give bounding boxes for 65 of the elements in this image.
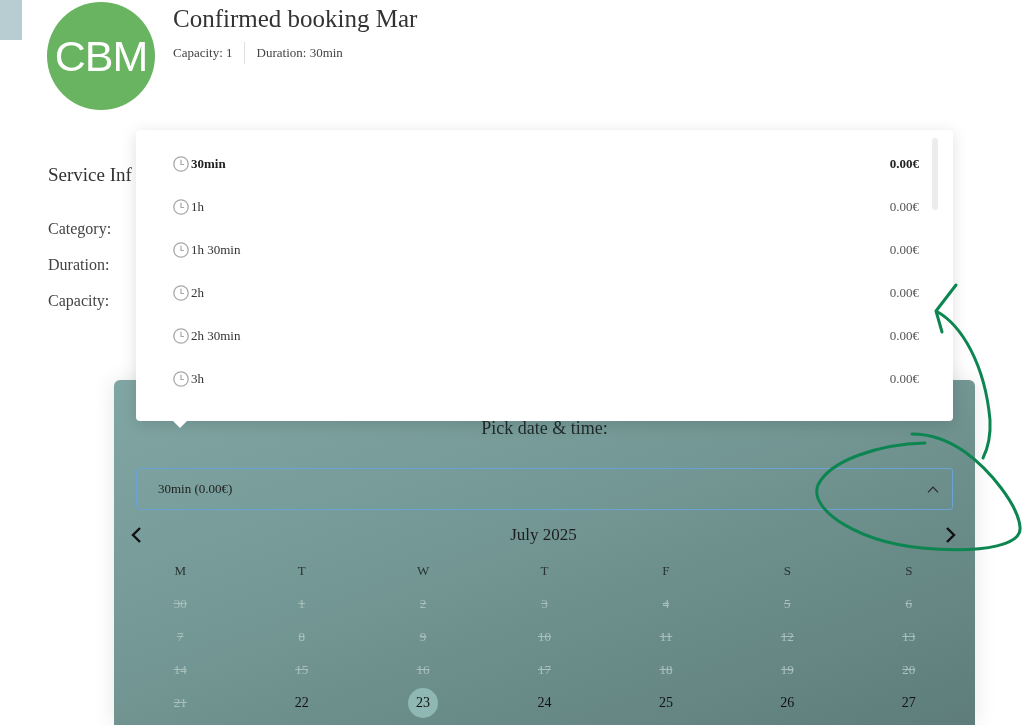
option-price: 0.00€ (889, 198, 919, 215)
calendar-day[interactable]: 27 (893, 687, 924, 718)
clock-icon (173, 370, 189, 387)
option-price: 0.00€ (889, 284, 919, 301)
calendar-day: 18 (650, 654, 681, 685)
next-month-button[interactable] (945, 526, 957, 544)
calendar-day: 4 (650, 588, 681, 619)
duration-option[interactable]: 30min (191, 155, 226, 172)
calendar-day: 16 (408, 654, 439, 685)
duration-option[interactable]: 2h (191, 284, 204, 301)
calendar-day: 15 (286, 654, 317, 685)
chevron-right-icon (945, 526, 957, 544)
booking-title: Confirmed booking Mar (173, 4, 418, 34)
avatar: CBM (47, 2, 155, 110)
weekday-label: W (416, 563, 430, 579)
meta-text: Duration: 30min (256, 44, 343, 62)
weekday-label: M (174, 563, 186, 579)
calendar-day: 10 (529, 621, 560, 652)
calendar-day: 13 (893, 621, 924, 652)
clock-icon (173, 241, 189, 258)
calendar-day[interactable]: 26 (772, 687, 803, 718)
weekday-label: S (905, 563, 913, 579)
option-price: 0.00€ (889, 327, 919, 344)
calendar-day: 3 (529, 588, 560, 619)
calendar-day: 12 (772, 621, 803, 652)
meta-text: Capacity: 1 (173, 44, 233, 62)
calendar-day[interactable]: 24 (529, 687, 560, 718)
option-price: 0.00€ (889, 241, 919, 258)
calendar-day: 19 (772, 654, 803, 685)
panel-title: Pick date & time: (481, 418, 608, 438)
calendar-day[interactable]: 23 (408, 687, 439, 718)
weekday-label: F (662, 563, 670, 579)
calendar-day: 6 (893, 588, 924, 619)
section-heading: Service Inf (48, 163, 132, 187)
calendar-day: 20 (893, 654, 924, 685)
duration-option[interactable]: 3h (191, 370, 204, 387)
duration-select[interactable]: 30min (0.00€) (136, 468, 953, 510)
month-title: July 2025 (510, 525, 577, 544)
calendar-day: 9 (408, 621, 439, 652)
duration-option[interactable]: 1h 30min (191, 241, 241, 258)
duration-option[interactable]: 1h (191, 198, 204, 215)
calendar-day: 8 (286, 621, 317, 652)
calendar-day[interactable]: 25 (650, 687, 681, 718)
option-price: 0.00€ (889, 155, 919, 172)
calendar-day[interactable]: 22 (286, 687, 317, 718)
clock-icon (173, 327, 189, 344)
weekday-label: T (297, 563, 306, 579)
weekday-label: S (783, 563, 791, 579)
weekday-label: T (540, 563, 549, 579)
calendar-day: 5 (772, 588, 803, 619)
calendar-day: 21 (165, 687, 196, 718)
field-label: Capacity: (48, 292, 110, 309)
duration-option[interactable]: 2h 30min (191, 327, 241, 344)
previous-month-button[interactable] (130, 526, 142, 544)
option-price: 0.00€ (889, 370, 919, 387)
field-label: Duration: (48, 256, 110, 273)
panel-edge (0, 0, 22, 40)
clock-icon (173, 155, 189, 172)
calendar-day: 11 (650, 621, 681, 652)
clock-icon (173, 284, 189, 301)
calendar-day: 2 (408, 588, 439, 619)
field-label: Category: (48, 220, 112, 237)
chevron-left-icon (130, 526, 142, 544)
clock-icon (173, 198, 189, 215)
calendar-day: 17 (529, 654, 560, 685)
